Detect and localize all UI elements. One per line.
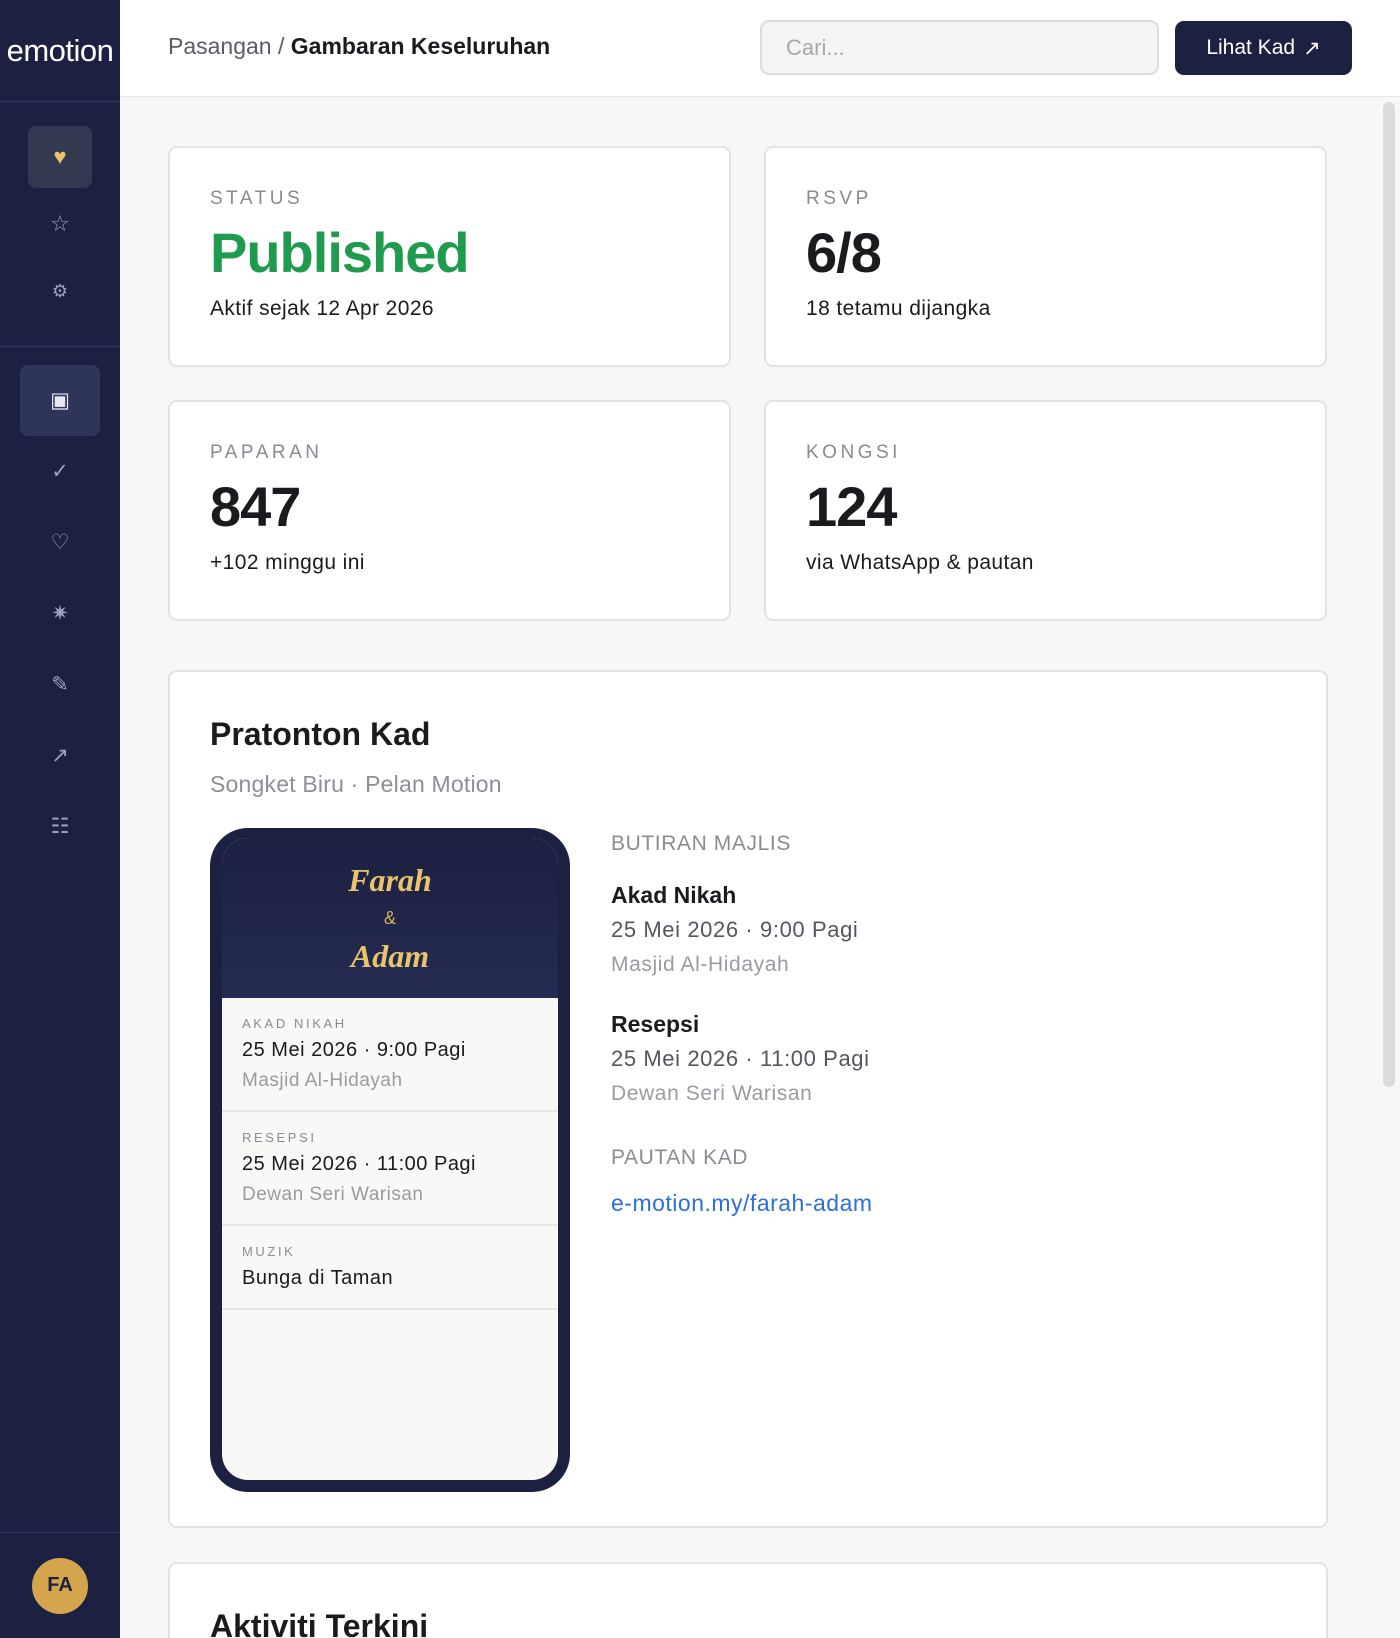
- heart-outline-icon: ♡: [50, 531, 70, 554]
- preview-title: Pratonton Kad: [210, 716, 431, 752]
- shares-label: KONGSI: [806, 442, 901, 463]
- event-details: BUTIRAN MAJLIS Akad Nikah 25 Mei 2026 · …: [611, 832, 1251, 1217]
- status-value: Published: [210, 221, 470, 284]
- sidebar-item-rsvp[interactable]: ✓: [20, 436, 100, 507]
- event-datetime: 25 Mei 2026 · 9:00 Pagi: [611, 917, 859, 942]
- sidebar-nav-group: ▣ ✓ ♡ ✷ ✎ ↗ ☷: [0, 347, 120, 862]
- avatar[interactable]: FA: [32, 1557, 88, 1614]
- sidebar-item-settings[interactable]: ⚙: [28, 260, 92, 322]
- overview-icon: ▣: [50, 389, 70, 412]
- breadcrumb-separator: /: [277, 33, 285, 59]
- phone-row-datetime: 25 Mei 2026 · 9:00 Pagi: [242, 1039, 466, 1061]
- event-place: Dewan Seri Warisan: [611, 1082, 813, 1105]
- brand-logo[interactable]: emotion: [0, 0, 120, 102]
- sidebar-item-list[interactable]: ☷: [20, 791, 100, 862]
- shares-value: 124: [806, 475, 897, 538]
- sidebar-item-edit[interactable]: ✎: [20, 649, 100, 720]
- phone-row-place: Masjid Al-Hidayah: [242, 1070, 403, 1091]
- views-label: PAPARAN: [210, 442, 323, 463]
- event-title: Resepsi: [611, 1011, 700, 1037]
- breadcrumb-parent[interactable]: Pasangan: [168, 33, 272, 59]
- shares-subtext: via WhatsApp & pautan: [806, 550, 1034, 574]
- phone-mockup[interactable]: Farah & Adam AKAD NIKAH 25 Mei 2026 · 9:…: [210, 828, 570, 1492]
- sidebar-footer: FA: [0, 1532, 120, 1638]
- status-subtext: Aktif sejak 12 Apr 2026: [210, 296, 434, 320]
- shares-card: KONGSI 124 via WhatsApp & pautan: [764, 400, 1327, 621]
- event-resepsi: Resepsi 25 Mei 2026 · 11:00 Pagi Dewan S…: [611, 1011, 1251, 1106]
- views-subtext: +102 minggu ini: [210, 550, 365, 574]
- sidebar-item-favourite[interactable]: ♥: [28, 126, 92, 188]
- pencil-icon: ✎: [51, 673, 69, 696]
- invitation-header: Farah & Adam: [222, 838, 558, 998]
- event-details-heading: BUTIRAN MAJLIS: [611, 832, 791, 855]
- event-akad: Akad Nikah 25 Mei 2026 · 9:00 Pagi Masji…: [611, 882, 1251, 977]
- recent-activity-panel: Aktiviti Terkini: [168, 1562, 1328, 1638]
- heart-icon: ♥: [53, 144, 67, 169]
- sidebar-item-starred[interactable]: ☆: [28, 193, 92, 255]
- status-label: STATUS: [210, 188, 304, 209]
- status-card: STATUS Published Aktif sejak 12 Apr 2026: [168, 146, 731, 367]
- views-card: PAPARAN 847 +102 minggu ini: [168, 400, 731, 621]
- card-link-heading: PAUTAN KAD: [611, 1146, 749, 1169]
- event-place: Masjid Al-Hidayah: [611, 953, 790, 976]
- phone-row-caption: AKAD NIKAH: [242, 1016, 347, 1031]
- activity-title: Aktiviti Terkini: [210, 1608, 429, 1638]
- check-icon: ✓: [51, 460, 69, 483]
- phone-row-song: Bunga di Taman: [242, 1267, 394, 1289]
- scrollbar-thumb[interactable]: [1383, 102, 1395, 1087]
- groom-name: Adam: [350, 937, 430, 974]
- phone-row-resepsi: RESEPSI 25 Mei 2026 · 11:00 Pagi Dewan S…: [222, 1112, 558, 1226]
- phone-row-caption: RESEPSI: [242, 1130, 317, 1145]
- event-title: Akad Nikah: [611, 882, 737, 908]
- sidebar-item-design[interactable]: ✷: [20, 578, 100, 649]
- bride-name: Farah: [348, 861, 432, 898]
- star-icon: ☆: [50, 211, 70, 236]
- external-link-icon: ↗: [1303, 36, 1321, 60]
- ampersand: &: [383, 907, 396, 928]
- sparkle-icon: ✷: [51, 602, 69, 625]
- top-bar: Pasangan / Gambaran Keseluruhan Lihat Ka…: [120, 0, 1400, 97]
- sidebar-item-share[interactable]: ↗: [20, 720, 100, 791]
- sidebar-top-group: ♥ ☆ ⚙: [0, 102, 120, 347]
- rsvp-value: 6/8: [806, 221, 882, 284]
- card-preview-panel: Pratonton Kad Songket Biru · Pelan Motio…: [168, 670, 1328, 1528]
- phone-row-place: Dewan Seri Warisan: [242, 1184, 424, 1205]
- phone-screen: Farah & Adam AKAD NIKAH 25 Mei 2026 · 9:…: [222, 838, 558, 1480]
- sidebar-item-wishes[interactable]: ♡: [20, 507, 100, 578]
- phone-row-datetime: 25 Mei 2026 · 11:00 Pagi: [242, 1153, 477, 1175]
- card-link[interactable]: e-motion.my/farah-adam: [611, 1190, 1251, 1217]
- phone-row-caption: MUZIK: [242, 1244, 296, 1259]
- sidebar: emotion ♥ ☆ ⚙ ▣ ✓ ♡ ✷ ✎ ↗ ☷ FA: [0, 0, 120, 1638]
- breadcrumb: Pasangan / Gambaran Keseluruhan: [168, 33, 550, 60]
- rsvp-label: RSVP: [806, 188, 872, 209]
- views-value: 847: [210, 475, 301, 538]
- rsvp-card: RSVP 6/8 18 tetamu dijangka: [764, 146, 1327, 367]
- phone-row-akad: AKAD NIKAH 25 Mei 2026 · 9:00 Pagi Masji…: [222, 998, 558, 1112]
- phone-row-music: MUZIK Bunga di Taman: [222, 1226, 558, 1310]
- view-card-button[interactable]: Lihat Kad ↗: [1175, 21, 1352, 75]
- preview-tagline: Songket Biru · Pelan Motion: [210, 771, 502, 797]
- rsvp-subtext: 18 tetamu dijangka: [806, 296, 991, 320]
- settings-icon: ⚙: [51, 280, 69, 301]
- share-arrow-icon: ↗: [51, 744, 69, 767]
- view-card-label: Lihat Kad: [1206, 36, 1296, 59]
- event-datetime: 25 Mei 2026 · 11:00 Pagi: [611, 1046, 870, 1071]
- sidebar-item-overview[interactable]: ▣: [20, 365, 100, 436]
- breadcrumb-current: Gambaran Keseluruhan: [290, 33, 551, 59]
- search-input[interactable]: [760, 20, 1159, 75]
- list-icon: ☷: [50, 815, 70, 838]
